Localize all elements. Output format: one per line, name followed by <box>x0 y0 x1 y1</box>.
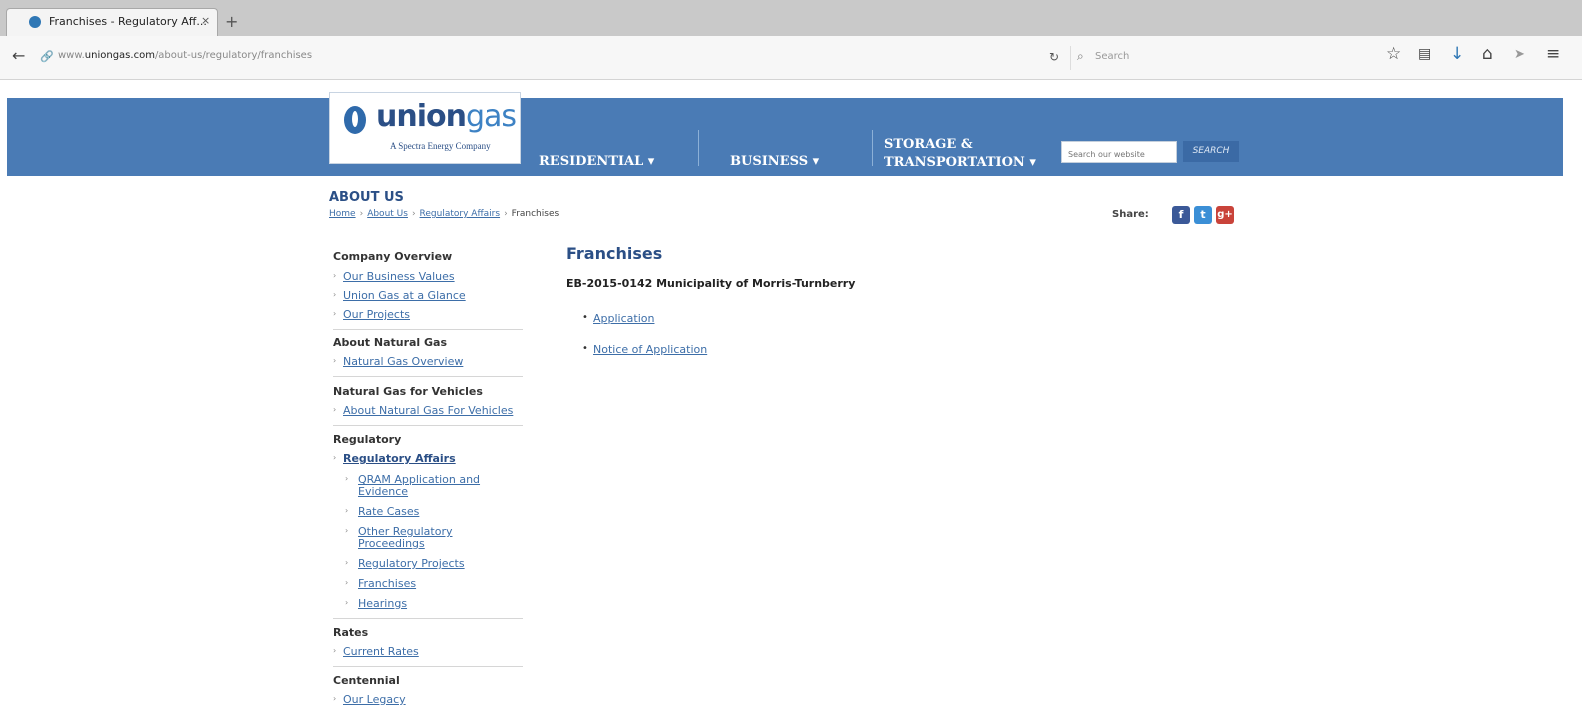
sidebar-divider <box>333 425 523 426</box>
sidebar-bullet: › <box>333 453 337 462</box>
sidebar-item-our-projects[interactable]: Our Projects <box>343 309 410 321</box>
nav-residential[interactable]: RESIDENTIAL ▾ <box>539 154 654 169</box>
case-heading: EB-2015-0142 Municipality of Morris-Turn… <box>566 277 856 290</box>
sidebar-group-natural-gas-for-vehicles: Natural Gas for Vehicles <box>333 385 483 398</box>
new-tab-icon[interactable]: + <box>225 12 238 31</box>
sidebar-item-current-rates[interactable]: Current Rates <box>343 646 419 658</box>
uniongas-logo[interactable]: uniongas A Spectra Energy Company <box>329 92 521 164</box>
sidebar-item-franchises[interactable]: Franchises <box>358 578 416 590</box>
facebook-icon[interactable]: f <box>1172 206 1190 224</box>
document-link-application[interactable]: Application <box>593 312 654 325</box>
sidebar-bullet: › <box>333 309 337 318</box>
logo-tagline: A Spectra Energy Company <box>390 141 491 151</box>
send-icon[interactable]: ➤ <box>1514 47 1525 62</box>
sidebar-bullet: › <box>345 526 349 535</box>
page-title: Franchises <box>566 244 663 263</box>
share-label: Share: <box>1112 209 1149 220</box>
logo-wordmark: uniongas <box>376 99 517 134</box>
download-arrow-icon[interactable]: ↓ <box>1450 44 1464 64</box>
site-favicon-icon <box>29 16 41 28</box>
sidebar-group-regulatory: Regulatory <box>333 433 402 446</box>
section-heading: ABOUT US <box>329 190 404 205</box>
sidebar-item-union-gas-at-a-glance[interactable]: Union Gas at a Glance <box>343 290 466 302</box>
tab-title: Franchises - Regulatory Aff... <box>49 15 207 28</box>
logo-wordmark-union: union <box>376 99 467 134</box>
site-search-button[interactable]: SEARCH <box>1183 141 1239 162</box>
breadcrumb-about-us[interactable]: About Us <box>367 209 408 219</box>
sidebar-item-regulatory-projects[interactable]: Regulatory Projects <box>358 558 465 570</box>
sidebar-divider <box>333 618 523 619</box>
url-domain: uniongas.com <box>84 50 155 61</box>
sidebar-item-our-business-values[interactable]: Our Business Values <box>343 271 455 283</box>
google-plus-icon[interactable]: g+ <box>1216 206 1234 224</box>
sidebar-bullet: › <box>333 290 337 299</box>
nav-divider <box>698 130 699 166</box>
sidebar-bullet: › <box>345 558 349 567</box>
site-search-input[interactable] <box>1062 144 1176 165</box>
sidebar-bullet: › <box>333 405 337 414</box>
site-identity-icon[interactable]: 🔗 <box>40 50 54 63</box>
sidebar-item-other-regulatory-proceedings[interactable]: Other Regulatory Proceedings <box>358 526 478 550</box>
reading-list-icon[interactable]: ▤ <box>1418 46 1431 62</box>
url-path: /about-us/regulatory/franchises <box>154 50 313 61</box>
breadcrumb-current: Franchises <box>511 209 560 219</box>
back-arrow-icon[interactable]: ← <box>12 46 25 65</box>
nav-storage-line1: STORAGE & <box>884 137 973 152</box>
breadcrumb-separator: › <box>411 209 416 219</box>
sidebar-group-company-overview: Company Overview <box>333 250 453 263</box>
home-icon[interactable]: ⌂ <box>1482 44 1493 64</box>
sidebar-group-about-natural-gas: About Natural Gas <box>333 336 448 349</box>
nav-storage-transportation[interactable]: STORAGE & TRANSPORTATION ▾ <box>884 136 1036 172</box>
sidebar-bullet: › <box>333 356 337 365</box>
sidebar-item-hearings[interactable]: Hearings <box>358 598 407 610</box>
sidebar-item-regulatory-affairs[interactable]: Regulatory Affairs <box>343 453 456 465</box>
sidebar-item-rate-cases[interactable]: Rate Cases <box>358 506 419 518</box>
nav-storage-line2: TRANSPORTATION ▾ <box>884 155 1036 170</box>
browser-navigation-bar: ← 🔗 www.uniongas.com/about-us/regulatory… <box>0 36 1582 80</box>
breadcrumb: Home › About Us › Regulatory Affairs › Franchi… <box>329 209 559 219</box>
sidebar-item-about-ngv[interactable]: About Natural Gas For Vehicles <box>343 405 513 417</box>
twitter-icon[interactable]: t <box>1194 206 1212 224</box>
sidebar-item-our-legacy[interactable]: Our Legacy <box>343 694 406 706</box>
sidebar-bullet: › <box>333 694 337 703</box>
list-bullet: • <box>582 312 588 323</box>
sidebar-bullet: › <box>345 598 349 607</box>
sidebar-bullet: › <box>345 474 349 483</box>
list-bullet: • <box>582 343 588 354</box>
nav-divider <box>872 130 873 166</box>
sidebar-item-qram[interactable]: QRAM Application and Evidence <box>358 474 498 498</box>
sidebar-divider <box>333 666 523 667</box>
sidebar-divider <box>333 329 523 330</box>
bookmark-star-icon[interactable]: ☆ <box>1386 44 1401 64</box>
breadcrumb-home[interactable]: Home <box>329 209 356 219</box>
sidebar-divider <box>333 376 523 377</box>
browser-search-placeholder: Search <box>1095 51 1130 62</box>
browser-tab-bar: Franchises - Regulatory Aff... × + <box>0 0 1582 36</box>
site-search-field[interactable] <box>1061 141 1177 165</box>
url-text: www.uniongas.com/about-us/regulatory/fra… <box>58 50 312 61</box>
sidebar-bullet: › <box>333 646 337 655</box>
sidebar-group-rates: Rates <box>333 626 369 639</box>
url-bar[interactable]: 🔗 www.uniongas.com/about-us/regulatory/f… <box>36 46 1026 70</box>
search-icon: ⌕ <box>1077 49 1084 63</box>
breadcrumb-regulatory-affairs[interactable]: Regulatory Affairs <box>420 209 501 219</box>
breadcrumb-separator: › <box>504 209 508 219</box>
sidebar-bullet: › <box>345 578 349 587</box>
url-prefix: www. <box>58 50 85 61</box>
breadcrumb-separator: › <box>359 209 364 219</box>
browser-search-box[interactable]: ⌕ Search <box>1070 46 1366 70</box>
sidebar-item-natural-gas-overview[interactable]: Natural Gas Overview <box>343 356 463 368</box>
reload-icon[interactable]: ↻ <box>1049 50 1059 64</box>
close-tab-icon[interactable]: × <box>201 14 210 27</box>
hamburger-menu-icon[interactable]: ≡ <box>1546 44 1560 64</box>
sidebar-bullet: › <box>333 271 337 280</box>
logo-wordmark-gas: gas <box>465 99 517 134</box>
nav-business[interactable]: BUSINESS ▾ <box>730 154 819 169</box>
sidebar-bullet: › <box>345 506 349 515</box>
browser-tab[interactable]: Franchises - Regulatory Aff... × <box>6 8 218 36</box>
sidebar-group-centennial: Centennial <box>333 674 400 687</box>
flame-drop-icon <box>344 106 366 134</box>
document-link-notice-of-application[interactable]: Notice of Application <box>593 343 707 356</box>
